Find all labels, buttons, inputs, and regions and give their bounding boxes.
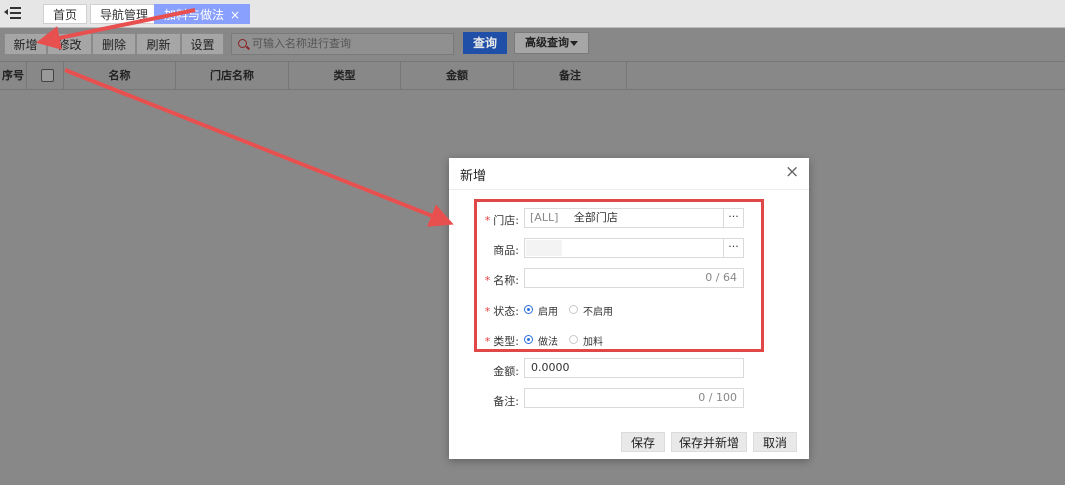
arrow-to-add-button — [36, 8, 196, 50]
arrow-to-dialog — [64, 68, 454, 227]
annotation-arrows — [36, 8, 454, 227]
